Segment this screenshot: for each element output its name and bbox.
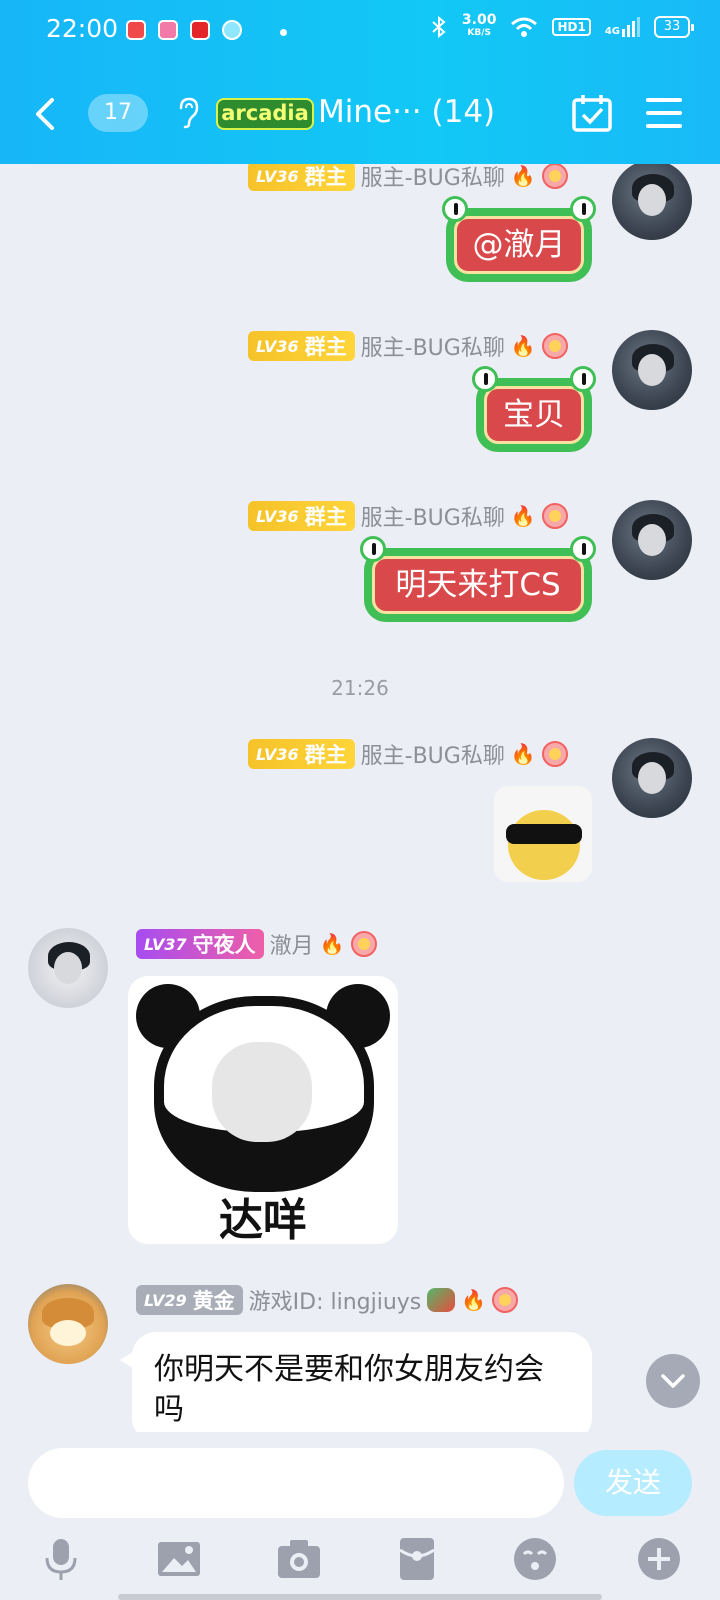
plus-icon[interactable] <box>636 1536 682 1582</box>
signal-type: 4G <box>604 26 620 37</box>
input-toolbar <box>0 1536 720 1586</box>
frog-eye-icon <box>570 366 596 392</box>
sender-name: 游戏ID: lingjiuys <box>248 1290 422 1315</box>
panda-meme-sticker[interactable]: 达咩 <box>128 976 398 1244</box>
calendar-check-icon[interactable] <box>572 94 612 132</box>
level-badge: LV36 群主 <box>248 739 355 769</box>
sender-line: LV37 守夜人 澈月 🔥 <box>136 928 377 960</box>
battery-icon: 33 <box>654 16 694 38</box>
sticker-caption: 达咩 <box>219 1195 307 1244</box>
sender-line: LV36 群主 服主-BUG私聊 🔥 <box>248 500 568 532</box>
frog-eye-icon <box>472 366 498 392</box>
network-speed: 3.00 KB/S <box>461 12 497 40</box>
level-badge: LV37 守夜人 <box>136 929 264 959</box>
fire-icon: 🔥 <box>510 334 536 358</box>
gesture-bar <box>118 1594 602 1600</box>
sender-line: LV29 黄金 游戏ID: lingjiuys 🔥 <box>136 1284 519 1316</box>
sender-name: 服主-BUG私聊 <box>360 166 505 191</box>
unread-count-badge[interactable]: 17 <box>88 94 148 132</box>
chevron-down-icon <box>661 1374 685 1388</box>
red-packet-icon[interactable] <box>394 1536 440 1582</box>
fire-icon: 🔥 <box>510 742 536 766</box>
level-badge: LV36 群主 <box>248 331 355 361</box>
frog-eye-icon <box>442 196 468 222</box>
message-text: 明天来打CS <box>372 556 584 614</box>
dragon-badge-icon <box>427 1288 456 1312</box>
microphone-icon[interactable] <box>38 1536 84 1582</box>
chat-nav-bar: 17 arcadia Mine··· (14) <box>0 84 720 144</box>
sender-line: LV36 群主 服主-BUG私聊 🔥 <box>248 164 568 192</box>
message-text: @澈月 <box>454 216 584 274</box>
message-text: 宝贝 <box>484 386 584 444</box>
sender-avatar[interactable] <box>612 738 692 818</box>
sender-line: LV36 群主 服主-BUG私聊 🔥 <box>248 738 568 770</box>
sender-avatar[interactable] <box>612 164 692 240</box>
hd-voice-badge: HD1 <box>552 18 591 36</box>
level-badge: LV29 黄金 <box>136 1285 243 1315</box>
network-speed-unit: KB/S <box>467 28 491 38</box>
message-list[interactable]: LV36 群主 服主-BUG私聊 🔥 @澈月 LV36 群主 服主-BUG私聊 🔥 … <box>0 164 720 1432</box>
send-button[interactable]: 发送 <box>574 1450 692 1516</box>
sender-avatar[interactable] <box>28 1284 108 1364</box>
app-notification-icon <box>190 20 210 40</box>
emoji-badge-icon <box>350 931 377 957</box>
system-icons: 3.00 KB/S HD1 4G 33 <box>430 12 694 40</box>
message-bubble[interactable]: 宝贝 <box>472 366 596 452</box>
sender-name: 澈月 <box>269 934 314 959</box>
notification-icons <box>126 20 242 40</box>
emoji-badge-icon <box>541 503 568 529</box>
fire-icon: 🔥 <box>319 932 345 956</box>
message-bubble[interactable]: @澈月 <box>442 196 596 282</box>
emoji-badge-icon <box>492 1287 519 1313</box>
camera-icon[interactable] <box>276 1536 322 1582</box>
signal-icon: 4G <box>605 17 640 37</box>
earpiece-mode-icon[interactable] <box>176 96 202 130</box>
status-bar: 22:00 3.00 KB/S HD1 4G 33 <box>0 0 720 62</box>
wifi-icon <box>511 17 538 37</box>
message-timestamp: 21:26 <box>331 676 389 700</box>
emoji-badge-icon <box>541 164 568 189</box>
level-badge: LV36 群主 <box>248 164 355 191</box>
frog-eye-icon <box>570 536 596 562</box>
sender-name: 服主-BUG私聊 <box>360 744 505 769</box>
sender-line: LV36 群主 服主-BUG私聊 🔥 <box>248 330 568 362</box>
message-bubble[interactable]: 你明天不是要和你女朋友约会吗 <box>120 1332 592 1432</box>
fire-icon: 🔥 <box>461 1288 487 1312</box>
bluetooth-icon <box>432 15 446 39</box>
message-input[interactable] <box>28 1448 564 1518</box>
sender-avatar[interactable] <box>612 500 692 580</box>
input-bar: 发送 <box>0 1432 720 1600</box>
frog-eye-icon <box>360 536 386 562</box>
emoji-badge-icon <box>541 741 568 767</box>
sender-name: 服主-BUG私聊 <box>360 336 505 361</box>
sender-name: 服主-BUG私聊 <box>360 506 505 531</box>
app-notification-icon <box>158 20 178 40</box>
image-icon[interactable] <box>156 1536 202 1582</box>
group-logo: arcadia <box>216 98 314 130</box>
level-badge: LV36 群主 <box>248 501 355 531</box>
message-bubble[interactable]: 明天来打CS <box>360 536 596 622</box>
frog-eye-icon <box>570 196 596 222</box>
message-text: 你明天不是要和你女朋友约会吗 <box>154 1352 544 1427</box>
sunglasses-duck-sticker[interactable] <box>494 786 592 882</box>
menu-icon[interactable] <box>646 96 682 130</box>
sender-avatar[interactable] <box>612 330 692 410</box>
sender-avatar[interactable] <box>28 928 108 1008</box>
network-speed-value: 3.00 <box>461 12 497 28</box>
scroll-to-bottom-button[interactable] <box>646 1354 700 1408</box>
app-header: 22:00 3.00 KB/S HD1 4G 33 17 arcadia Min… <box>0 0 720 164</box>
app-notification-icon <box>126 20 146 40</box>
clock: 22:00 <box>46 14 119 43</box>
fire-icon: 🔥 <box>510 504 536 528</box>
group-title[interactable]: Mine··· (14) <box>318 94 495 130</box>
emoji-badge-icon <box>541 333 568 359</box>
back-arrow-icon[interactable] <box>30 94 60 134</box>
emoji-face-icon[interactable] <box>512 1536 558 1582</box>
fire-icon: 🔥 <box>510 164 536 188</box>
more-notifications-dot <box>280 29 287 36</box>
app-notification-icon <box>222 20 242 40</box>
